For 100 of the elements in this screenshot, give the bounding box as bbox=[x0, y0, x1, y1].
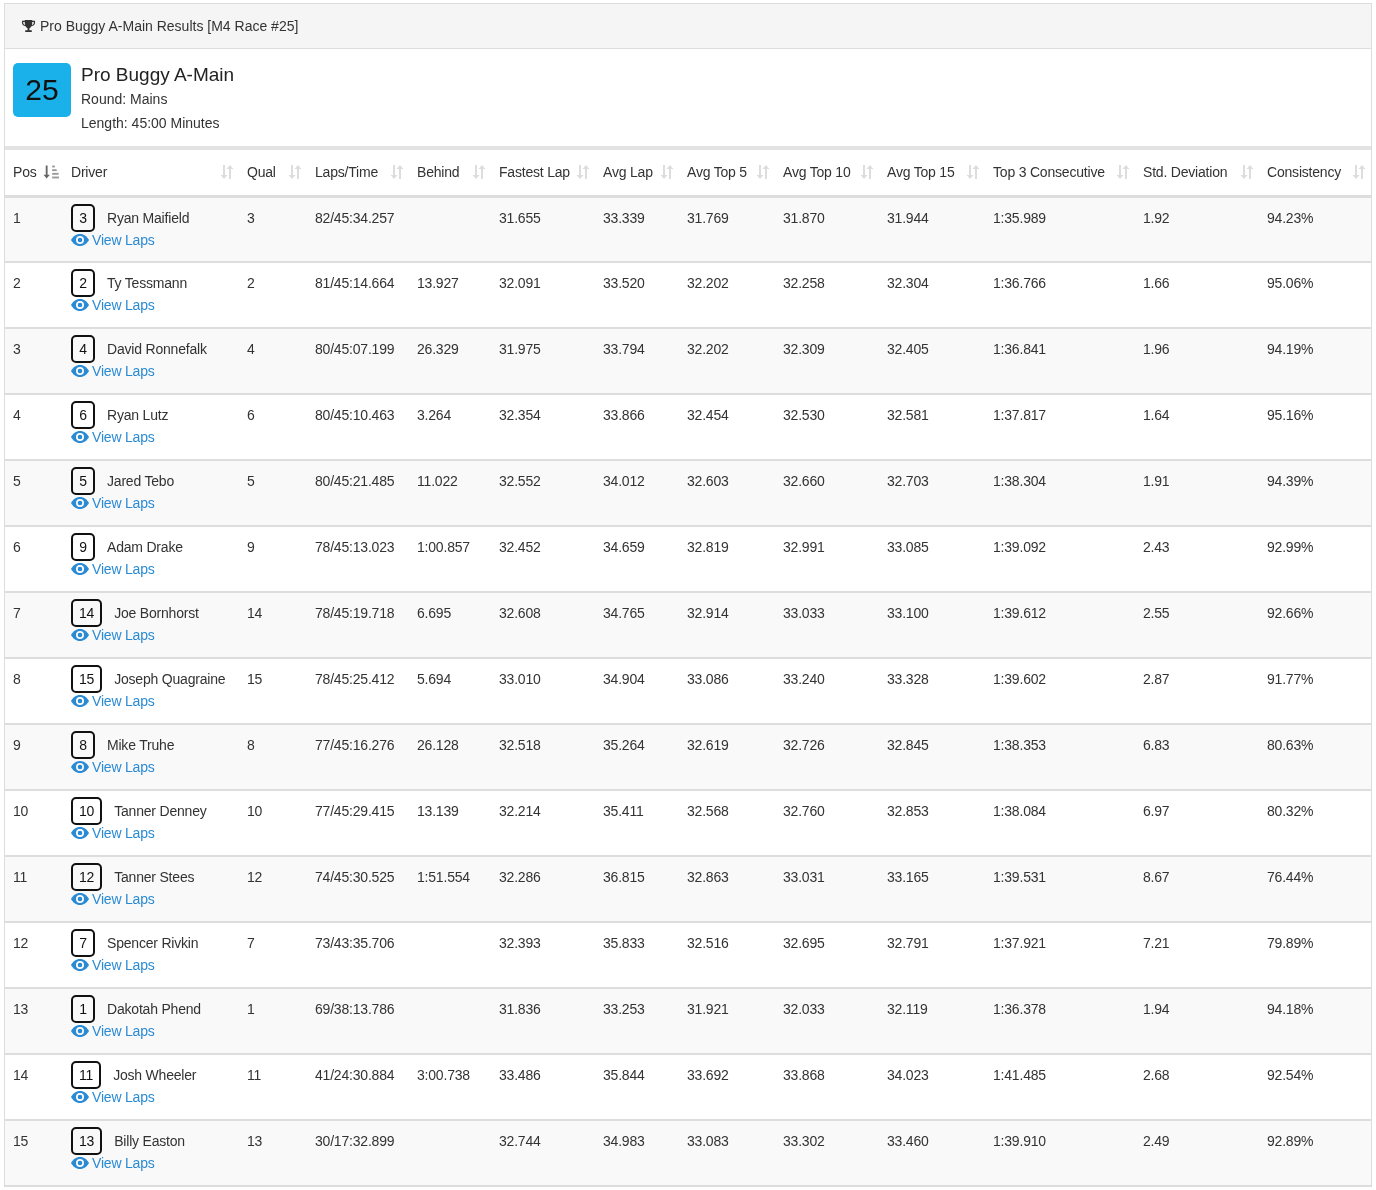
view-laps-link[interactable]: View Laps bbox=[71, 759, 155, 775]
table-cell: 7 bbox=[13, 605, 21, 621]
driver-name: Jared Tebo bbox=[107, 473, 175, 489]
table-cell: 5 bbox=[13, 473, 21, 489]
column-header[interactable]: Avg Top 10 bbox=[783, 164, 875, 181]
column-header[interactable]: Pos bbox=[13, 164, 59, 181]
view-laps-link[interactable]: View Laps bbox=[71, 825, 155, 841]
table-cell: 8.67 bbox=[1143, 869, 1170, 885]
race-number-badge: 25 bbox=[13, 63, 71, 117]
table-cell: 32.516 bbox=[687, 935, 729, 951]
sort-icon bbox=[1239, 164, 1255, 181]
table-cell: 6.97 bbox=[1143, 803, 1170, 819]
view-laps-link[interactable]: View Laps bbox=[71, 429, 155, 445]
car-number: 13 bbox=[71, 1127, 103, 1155]
column-header[interactable]: Avg Top 15 bbox=[887, 164, 981, 181]
car-number: 8 bbox=[71, 731, 95, 759]
sort-icon bbox=[965, 164, 981, 181]
column-header[interactable]: Fastest Lap bbox=[499, 164, 591, 181]
table-cell: 33.460 bbox=[887, 1133, 929, 1149]
table-cell: 8 bbox=[13, 671, 21, 687]
table-cell: 32.033 bbox=[783, 1001, 825, 1017]
car-number: 4 bbox=[71, 335, 95, 363]
table-cell: 31.975 bbox=[499, 341, 541, 357]
view-laps-link[interactable]: View Laps bbox=[71, 957, 155, 973]
view-laps-link[interactable]: View Laps bbox=[71, 1023, 155, 1039]
table-cell: 32.608 bbox=[499, 605, 541, 621]
table-cell: 13.139 bbox=[417, 803, 459, 819]
panel-title: Pro Buggy A-Main Results [M4 Race #25] bbox=[40, 18, 299, 34]
table-cell: 30/17:32.899 bbox=[315, 1133, 395, 1149]
table-cell: 32.202 bbox=[687, 275, 729, 291]
table-cell: 34.765 bbox=[603, 605, 645, 621]
table-cell: 11 bbox=[13, 869, 28, 885]
table-cell: 14 bbox=[247, 605, 263, 621]
driver-name: Billy Easton bbox=[114, 1133, 185, 1149]
table-cell: 4 bbox=[13, 407, 21, 423]
table-cell: 1:36.766 bbox=[993, 275, 1046, 291]
table-cell: 32.845 bbox=[887, 737, 929, 753]
view-laps-link[interactable]: View Laps bbox=[71, 627, 155, 643]
view-laps-link[interactable]: View Laps bbox=[71, 495, 155, 511]
table-cell: 81/45:14.664 bbox=[315, 275, 395, 291]
table-cell: 2.87 bbox=[1143, 671, 1170, 687]
table-cell: 69/38:13.786 bbox=[315, 1001, 395, 1017]
table-cell: 32.568 bbox=[687, 803, 729, 819]
column-header[interactable]: Avg Top 5 bbox=[687, 164, 771, 181]
table-cell: 1 bbox=[13, 209, 21, 226]
column-header[interactable]: Consistency bbox=[1267, 164, 1367, 181]
table-cell: 33.100 bbox=[887, 605, 929, 621]
table-cell: 26.329 bbox=[417, 341, 459, 357]
table-cell: 94.19% bbox=[1267, 341, 1314, 357]
table-cell: 1:51.554 bbox=[417, 869, 470, 885]
table-cell: 2 bbox=[247, 275, 255, 291]
column-header[interactable]: Qual bbox=[247, 164, 303, 181]
table-cell: 32.819 bbox=[687, 539, 729, 555]
table-cell: 11.022 bbox=[417, 473, 458, 489]
table-cell: 32.914 bbox=[687, 605, 729, 621]
view-laps-link[interactable]: View Laps bbox=[71, 1155, 155, 1171]
table-cell: 1:41.485 bbox=[993, 1067, 1046, 1083]
table-cell: 1:39.092 bbox=[993, 539, 1046, 555]
table-cell: 73/43:35.706 bbox=[315, 935, 395, 951]
eye-icon bbox=[71, 1025, 89, 1037]
table-cell: 32.202 bbox=[687, 341, 729, 357]
table-cell: 26.128 bbox=[417, 737, 459, 753]
table-cell: 7.21 bbox=[1143, 935, 1170, 951]
column-header[interactable]: Behind bbox=[417, 164, 487, 181]
table-cell: 34.904 bbox=[603, 671, 645, 687]
table-cell: 13.927 bbox=[417, 275, 459, 291]
eye-icon bbox=[71, 629, 89, 641]
table-cell: 15 bbox=[247, 671, 263, 687]
view-laps-link[interactable]: View Laps bbox=[71, 363, 155, 379]
table-cell: 32.354 bbox=[499, 407, 541, 423]
column-header[interactable]: Avg Lap bbox=[603, 164, 675, 181]
view-laps-link[interactable]: View Laps bbox=[71, 1089, 155, 1105]
table-cell: 33.868 bbox=[783, 1067, 825, 1083]
driver-name: Joe Bornhorst bbox=[114, 605, 199, 621]
eye-icon bbox=[71, 1157, 89, 1169]
column-header[interactable]: Top 3 Consecutive bbox=[993, 164, 1131, 181]
view-laps-link[interactable]: View Laps bbox=[71, 561, 155, 577]
table-cell: 4 bbox=[247, 341, 255, 357]
table-cell: 35.844 bbox=[603, 1067, 645, 1083]
table-cell: 1.96 bbox=[1143, 341, 1170, 357]
table-cell: 33.086 bbox=[687, 671, 729, 687]
column-header[interactable]: Driver bbox=[71, 164, 235, 181]
car-number: 12 bbox=[71, 863, 103, 891]
sort-icon bbox=[287, 164, 303, 181]
table-cell: 77/45:29.415 bbox=[315, 803, 395, 819]
view-laps-link[interactable]: View Laps bbox=[71, 693, 155, 709]
view-laps-link[interactable]: View Laps bbox=[71, 891, 155, 907]
eye-icon bbox=[71, 1091, 89, 1103]
column-header[interactable]: Laps/Time bbox=[315, 164, 405, 181]
driver-name: Tanner Stees bbox=[114, 869, 195, 885]
table-cell: 32.760 bbox=[783, 803, 825, 819]
table-cell: 78/45:25.412 bbox=[315, 671, 395, 687]
table-cell: 1.94 bbox=[1143, 1001, 1170, 1017]
eye-icon bbox=[71, 893, 89, 905]
driver-name: David Ronnefalk bbox=[107, 341, 207, 357]
view-laps-link[interactable]: View Laps bbox=[71, 297, 155, 313]
driver-name: Ryan Maifield bbox=[107, 209, 190, 226]
column-header[interactable]: Std. Deviation bbox=[1143, 164, 1255, 181]
view-laps-link[interactable]: View Laps bbox=[71, 231, 155, 248]
table-cell: 32.660 bbox=[783, 473, 825, 489]
